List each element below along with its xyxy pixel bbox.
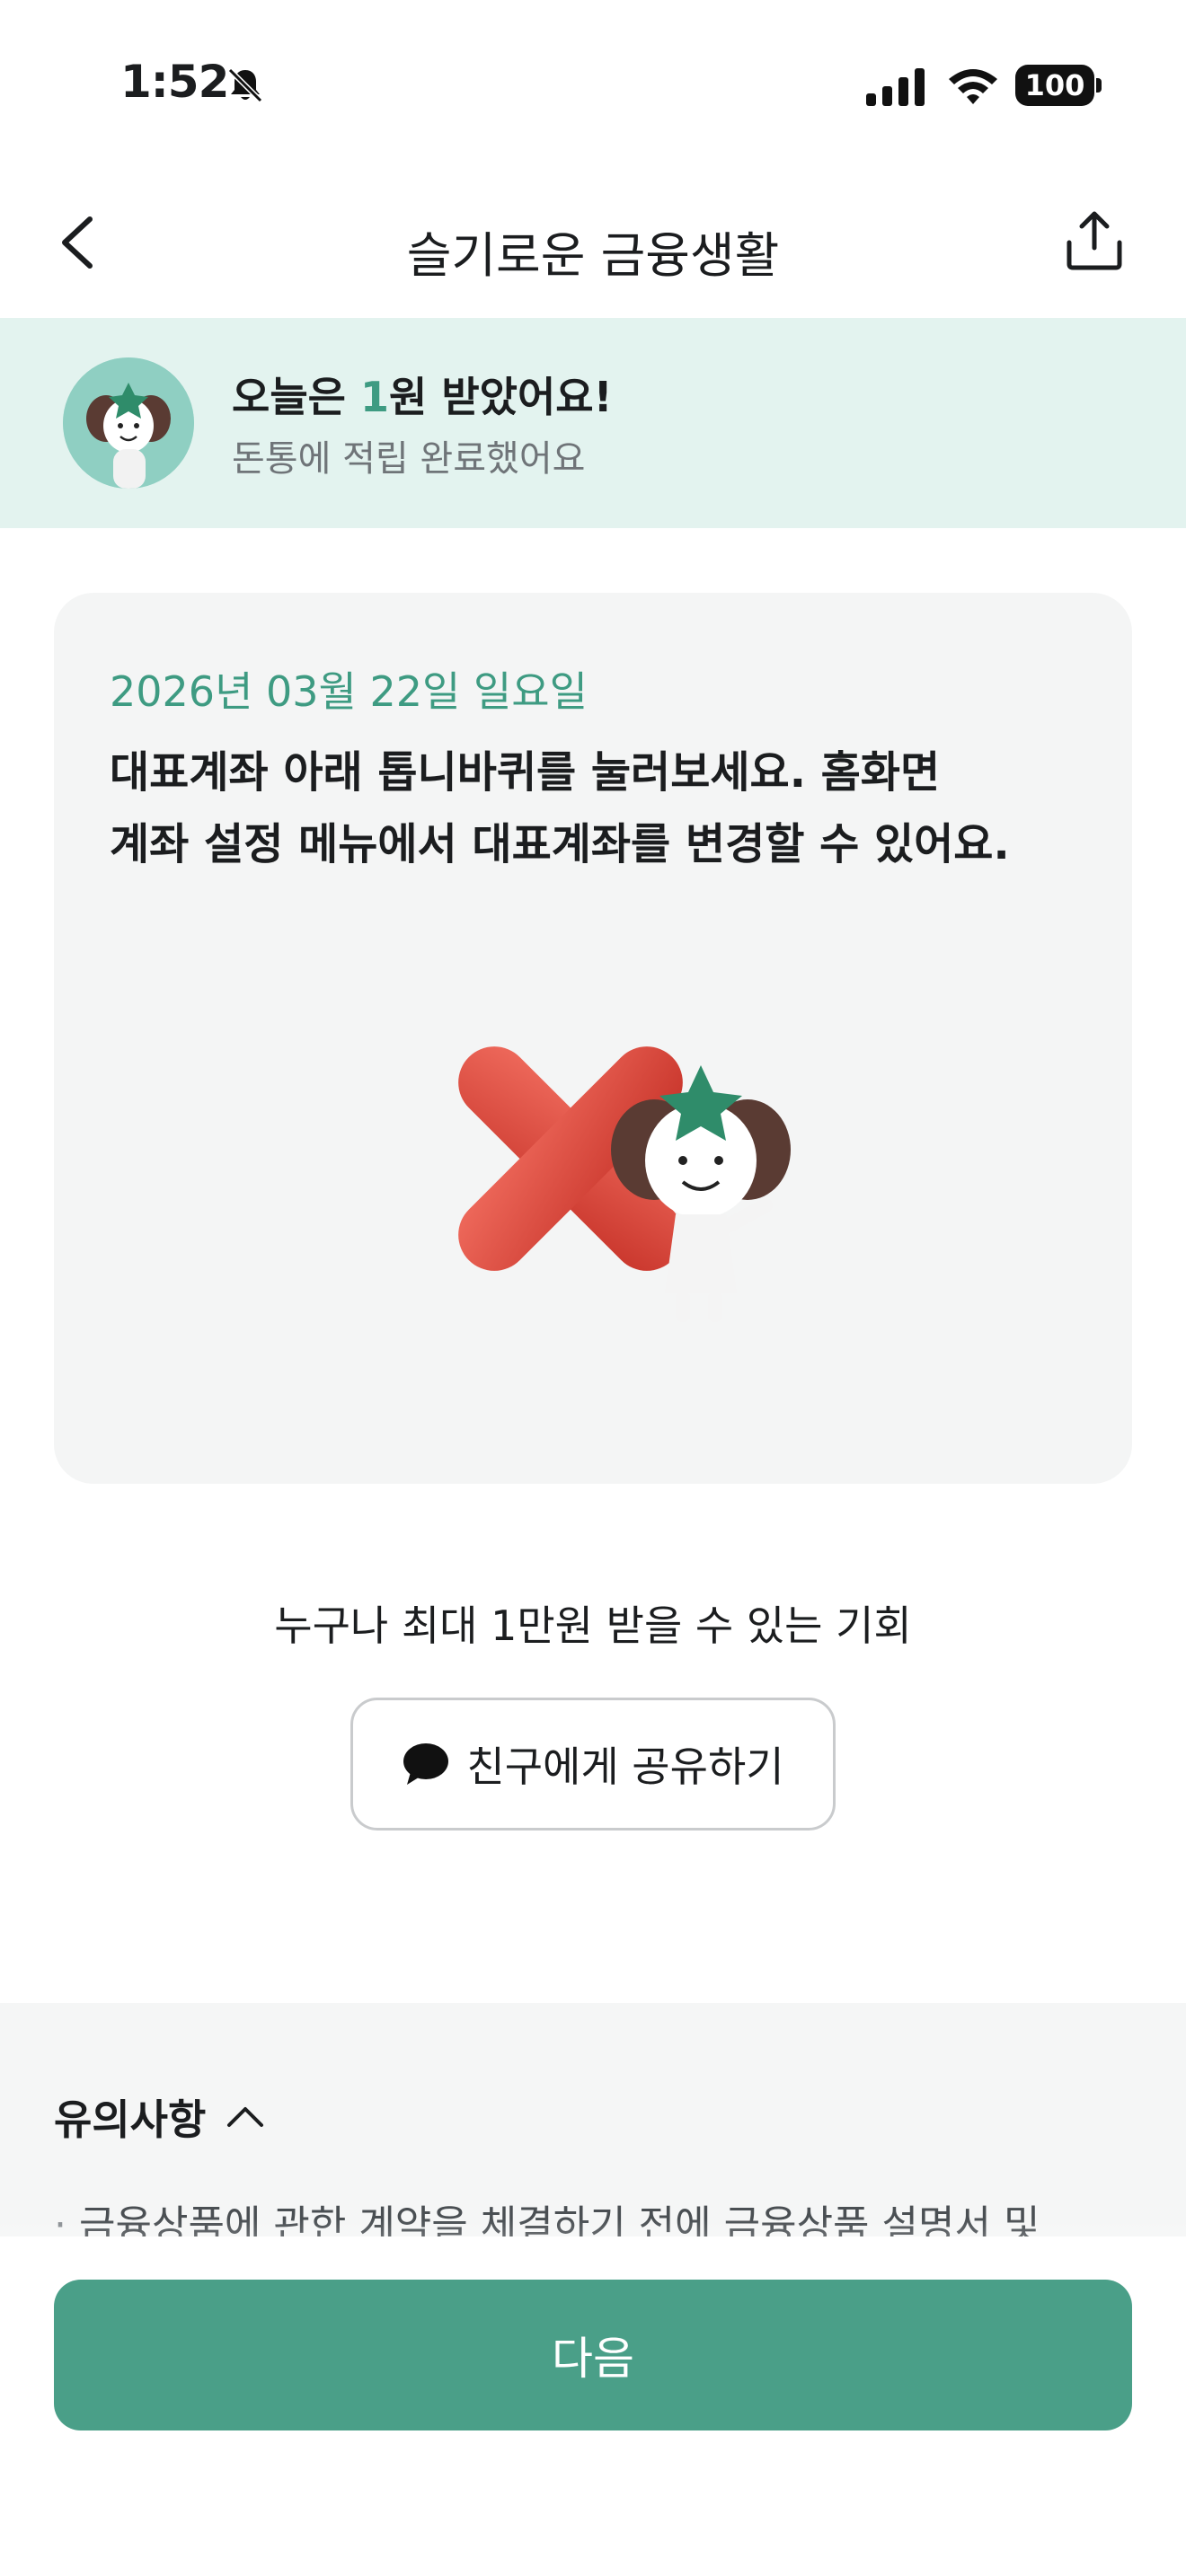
battery-indicator: 100 (1015, 65, 1102, 106)
reward-subtitle: 돈통에 적립 완료했어요 (232, 438, 586, 480)
reward-amount: 1 (359, 373, 389, 421)
card-answer-line-1: 대표계좌 아래 톱니바퀴를 눌러보세요. 홈화면 (110, 747, 941, 798)
chat-bubble-icon (403, 1743, 449, 1785)
reward-title-prefix: 오늘은 (232, 373, 360, 421)
quiz-answer-card: 2026년 03월 22일 일요일 대표계좌 아래 톱니바퀴를 눌러보세요. 홈… (54, 593, 1132, 1484)
reward-title-suffix: 원 받았어요! (389, 373, 613, 421)
reward-banner: 오늘은 1원 받았어요! 돈통에 적립 완료했어요 (0, 318, 1186, 528)
notice-toggle[interactable]: 유의사항 (54, 2087, 265, 2147)
reward-title: 오늘은 1원 받았어요! (232, 365, 613, 424)
share-with-friends-button[interactable]: 친구에게 공유하기 (350, 1698, 836, 1831)
wrong-answer-x-character-illustration (458, 1046, 791, 1322)
card-date: 2026년 03월 22일 일요일 (110, 667, 588, 716)
chevron-up-icon (227, 2107, 264, 2127)
share-button-label: 친구에게 공유하기 (466, 1742, 784, 1791)
signal-icon (866, 68, 925, 106)
card-answer-line-2: 계좌 설정 메뉴에서 대표계좌를 변경할 수 있어요. (110, 819, 1010, 869)
card-answer-text: 대표계좌 아래 톱니바퀴를 눌러보세요. 홈화면 계좌 설정 메뉴에서 대표계좌… (110, 737, 1098, 880)
character-avatar-illustration (63, 357, 194, 489)
share-upload-icon[interactable] (1062, 208, 1127, 273)
battery-tip (1096, 78, 1102, 93)
bell-muted-icon (227, 67, 263, 103)
status-time: 1:52 (120, 56, 229, 108)
character-avatar (63, 357, 194, 489)
next-button[interactable]: 다음 (54, 2280, 1132, 2430)
status-bar: 1:52 100 (0, 0, 1186, 171)
share-caption: 누구나 최대 1만원 받을 수 있는 기회 (274, 1601, 912, 1650)
notice-title: 유의사항 (54, 2095, 207, 2144)
wifi-icon (949, 69, 997, 104)
battery-level: 100 (1015, 65, 1094, 106)
page-title: 슬기로운 금융생활 (406, 227, 780, 284)
bottom-action-area: 다음 (0, 2236, 1186, 2576)
nav-bar: 슬기로운 금융생활 (0, 180, 1186, 314)
